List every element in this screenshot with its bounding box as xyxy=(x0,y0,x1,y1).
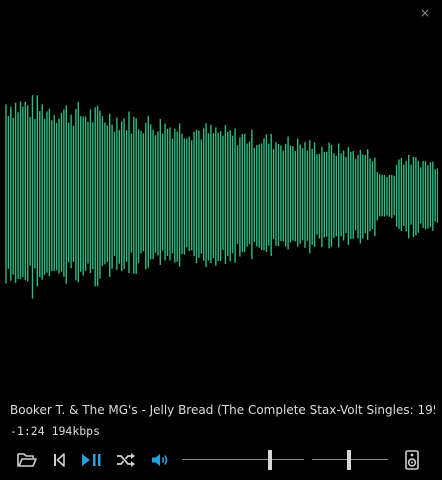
bitrate: 194kbps xyxy=(51,424,101,438)
seek-thumb[interactable] xyxy=(267,450,272,470)
skip-previous-icon xyxy=(54,453,65,467)
shuffle-icon xyxy=(117,453,135,467)
previous-button[interactable] xyxy=(48,448,70,472)
open-button[interactable] xyxy=(15,448,39,472)
output-device-button[interactable] xyxy=(401,448,423,472)
play-pause-icon xyxy=(82,454,101,466)
close-icon: × xyxy=(419,6,431,20)
volume-thumb[interactable] xyxy=(347,450,352,470)
close-button[interactable]: × xyxy=(416,4,434,22)
status-line: -1:24 194kbps xyxy=(10,424,100,438)
remaining-time: -1:24 xyxy=(10,424,45,438)
seek-track xyxy=(182,459,304,460)
track-title: Booker T. & The MG's - Jelly Bread (The … xyxy=(10,403,435,417)
play-pause-button[interactable] xyxy=(78,448,104,472)
player-controls xyxy=(0,448,442,472)
volume-icon xyxy=(152,454,168,466)
volume-slider[interactable] xyxy=(312,448,388,472)
seek-slider[interactable] xyxy=(182,448,304,472)
volume-button[interactable] xyxy=(148,448,172,472)
waveform-visualizer xyxy=(5,95,438,299)
speaker-icon xyxy=(405,450,419,470)
shuffle-button[interactable] xyxy=(114,448,138,472)
folder-open-icon xyxy=(17,453,37,467)
